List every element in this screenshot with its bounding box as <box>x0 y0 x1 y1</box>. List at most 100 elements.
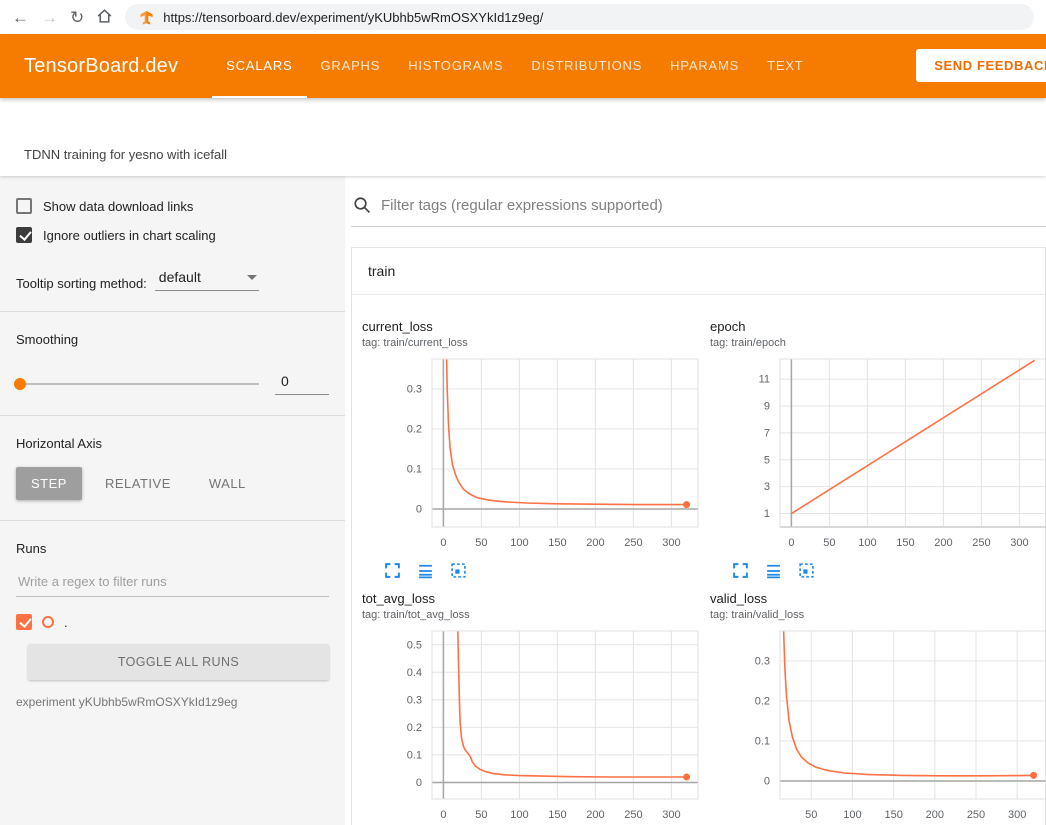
smoothing-slider-row: 0 <box>16 373 329 395</box>
svg-text:0: 0 <box>440 537 446 549</box>
tab-graphs[interactable]: GRAPHS <box>307 34 395 98</box>
svg-text:1: 1 <box>764 508 770 520</box>
svg-text:0.5: 0.5 <box>407 639 422 651</box>
horizontal-axis-buttons: STEP RELATIVE WALL <box>16 467 329 500</box>
svg-text:150: 150 <box>896 537 914 549</box>
log-scale-icon[interactable] <box>765 562 782 579</box>
search-icon <box>353 196 371 214</box>
svg-text:0.1: 0.1 <box>407 749 422 761</box>
fullscreen-icon[interactable] <box>384 562 401 579</box>
run-row: . <box>16 614 329 630</box>
back-icon[interactable]: ← <box>12 9 29 26</box>
smoothing-label: Smoothing <box>16 332 329 347</box>
chart-tag: tag: train/epoch <box>710 337 1046 349</box>
chevron-down-icon <box>247 275 257 280</box>
fit-domain-icon[interactable] <box>450 562 467 579</box>
chart-title: valid_loss <box>710 591 1046 606</box>
axis-step-button[interactable]: STEP <box>16 467 82 500</box>
forward-icon[interactable]: → <box>41 9 58 26</box>
settings-sidebar: Show data download links Ignore outliers… <box>0 176 345 825</box>
line-chart[interactable]: 00.10.20.350100150200250300 <box>710 623 1046 825</box>
content: Show data download links Ignore outliers… <box>0 176 1046 825</box>
divider <box>0 311 345 312</box>
tag-group-card: train current_loss tag: train/current_lo… <box>351 247 1046 825</box>
svg-text:7: 7 <box>764 427 770 439</box>
experiment-title: TDNN training for yesno with icefall <box>24 147 227 162</box>
address-bar[interactable]: https://tensorboard.dev/experiment/yKUbh… <box>125 4 1034 30</box>
svg-text:50: 50 <box>475 537 487 549</box>
svg-text:250: 250 <box>624 809 642 821</box>
svg-text:200: 200 <box>934 537 952 549</box>
filter-tags-row[interactable]: Filter tags (regular expressions support… <box>351 190 1046 227</box>
smoothing-value-input[interactable]: 0 <box>275 373 329 395</box>
tooltip-sorting-dropdown[interactable]: default <box>155 269 259 291</box>
tensorboard-logo[interactable]: TensorBoard.dev <box>24 55 178 78</box>
horizontal-axis-label: Horizontal Axis <box>16 436 329 451</box>
line-chart[interactable]: 1357911050100150200250300 <box>710 351 1046 557</box>
svg-text:300: 300 <box>662 809 680 821</box>
tooltip-sorting-value: default <box>159 269 201 285</box>
tooltip-sorting-row: Tooltip sorting method: default <box>16 269 329 291</box>
tab-histograms[interactable]: HISTOGRAMS <box>394 34 517 98</box>
tag-group-header[interactable]: train <box>352 248 1045 295</box>
fullscreen-icon[interactable] <box>732 562 749 579</box>
show-download-links-row[interactable]: Show data download links <box>16 198 329 214</box>
svg-text:150: 150 <box>548 809 566 821</box>
chart-title: epoch <box>710 319 1046 334</box>
url-text: https://tensorboard.dev/experiment/yKUbh… <box>163 10 543 25</box>
chart-title: current_loss <box>362 319 702 334</box>
svg-text:0.3: 0.3 <box>407 694 422 706</box>
toggle-all-runs-button[interactable]: TOGGLE ALL RUNS <box>28 644 329 680</box>
nav-tabs: SCALARS GRAPHS HISTOGRAMS DISTRIBUTIONS … <box>212 34 817 98</box>
svg-text:150: 150 <box>548 537 566 549</box>
smoothing-slider[interactable] <box>16 383 259 385</box>
svg-text:0.3: 0.3 <box>407 384 422 396</box>
runs-filter-input[interactable]: Write a regex to filter runs <box>16 574 329 597</box>
scalar-chart-card: epoch tag: train/epoch 13579110501001502… <box>702 311 1046 583</box>
app-header: TensorBoard.dev SCALARS GRAPHS HISTOGRAM… <box>0 34 1046 98</box>
svg-text:100: 100 <box>858 537 876 549</box>
svg-text:100: 100 <box>510 537 528 549</box>
svg-text:3: 3 <box>764 481 770 493</box>
slider-thumb[interactable] <box>14 378 26 390</box>
svg-text:250: 250 <box>624 537 642 549</box>
axis-wall-button[interactable]: WALL <box>194 467 261 500</box>
log-scale-icon[interactable] <box>417 562 434 579</box>
home-icon[interactable] <box>96 7 113 27</box>
svg-text:9: 9 <box>764 401 770 413</box>
run-checkbox[interactable] <box>16 614 32 630</box>
svg-text:50: 50 <box>823 537 835 549</box>
svg-text:11: 11 <box>759 374 770 386</box>
svg-text:0: 0 <box>788 537 794 549</box>
line-chart[interactable]: 00.10.20.3050100150200250300 <box>362 351 702 557</box>
line-chart[interactable]: 00.10.20.30.40.5050100150200250300 <box>362 623 702 825</box>
checkbox-checked-icon <box>16 227 32 243</box>
tensorboard-favicon <box>139 10 154 25</box>
tab-hparams[interactable]: HPARAMS <box>656 34 753 98</box>
run-color-circle[interactable] <box>42 616 54 628</box>
svg-text:200: 200 <box>926 809 944 821</box>
tab-scalars[interactable]: SCALARS <box>212 34 306 98</box>
svg-text:100: 100 <box>843 809 861 821</box>
svg-text:200: 200 <box>586 537 604 549</box>
divider <box>0 415 345 416</box>
experiment-caption: experiment yKUbhb5wRmOSXYkId1z9eg <box>16 695 329 709</box>
tab-text[interactable]: TEXT <box>753 34 817 98</box>
svg-text:0.2: 0.2 <box>407 722 422 734</box>
divider <box>0 520 345 521</box>
svg-text:0.4: 0.4 <box>407 667 422 679</box>
tab-distributions[interactable]: DISTRIBUTIONS <box>517 34 656 98</box>
axis-relative-button[interactable]: RELATIVE <box>90 467 186 500</box>
filter-tags-input[interactable]: Filter tags (regular expressions support… <box>381 197 663 214</box>
send-feedback-button[interactable]: SEND FEEDBACK <box>916 49 1046 82</box>
reload-icon[interactable]: ↻ <box>70 9 84 26</box>
svg-text:250: 250 <box>967 809 985 821</box>
fit-domain-icon[interactable] <box>798 562 815 579</box>
svg-text:150: 150 <box>884 809 902 821</box>
ignore-outliers-row[interactable]: Ignore outliers in chart scaling <box>16 227 329 243</box>
scalar-chart-card: tot_avg_loss tag: train/tot_avg_loss 00.… <box>354 583 702 825</box>
svg-text:0.3: 0.3 <box>755 656 770 668</box>
chart-title: tot_avg_loss <box>362 591 702 606</box>
svg-text:300: 300 <box>1008 809 1026 821</box>
chart-toolbar <box>710 557 1046 581</box>
